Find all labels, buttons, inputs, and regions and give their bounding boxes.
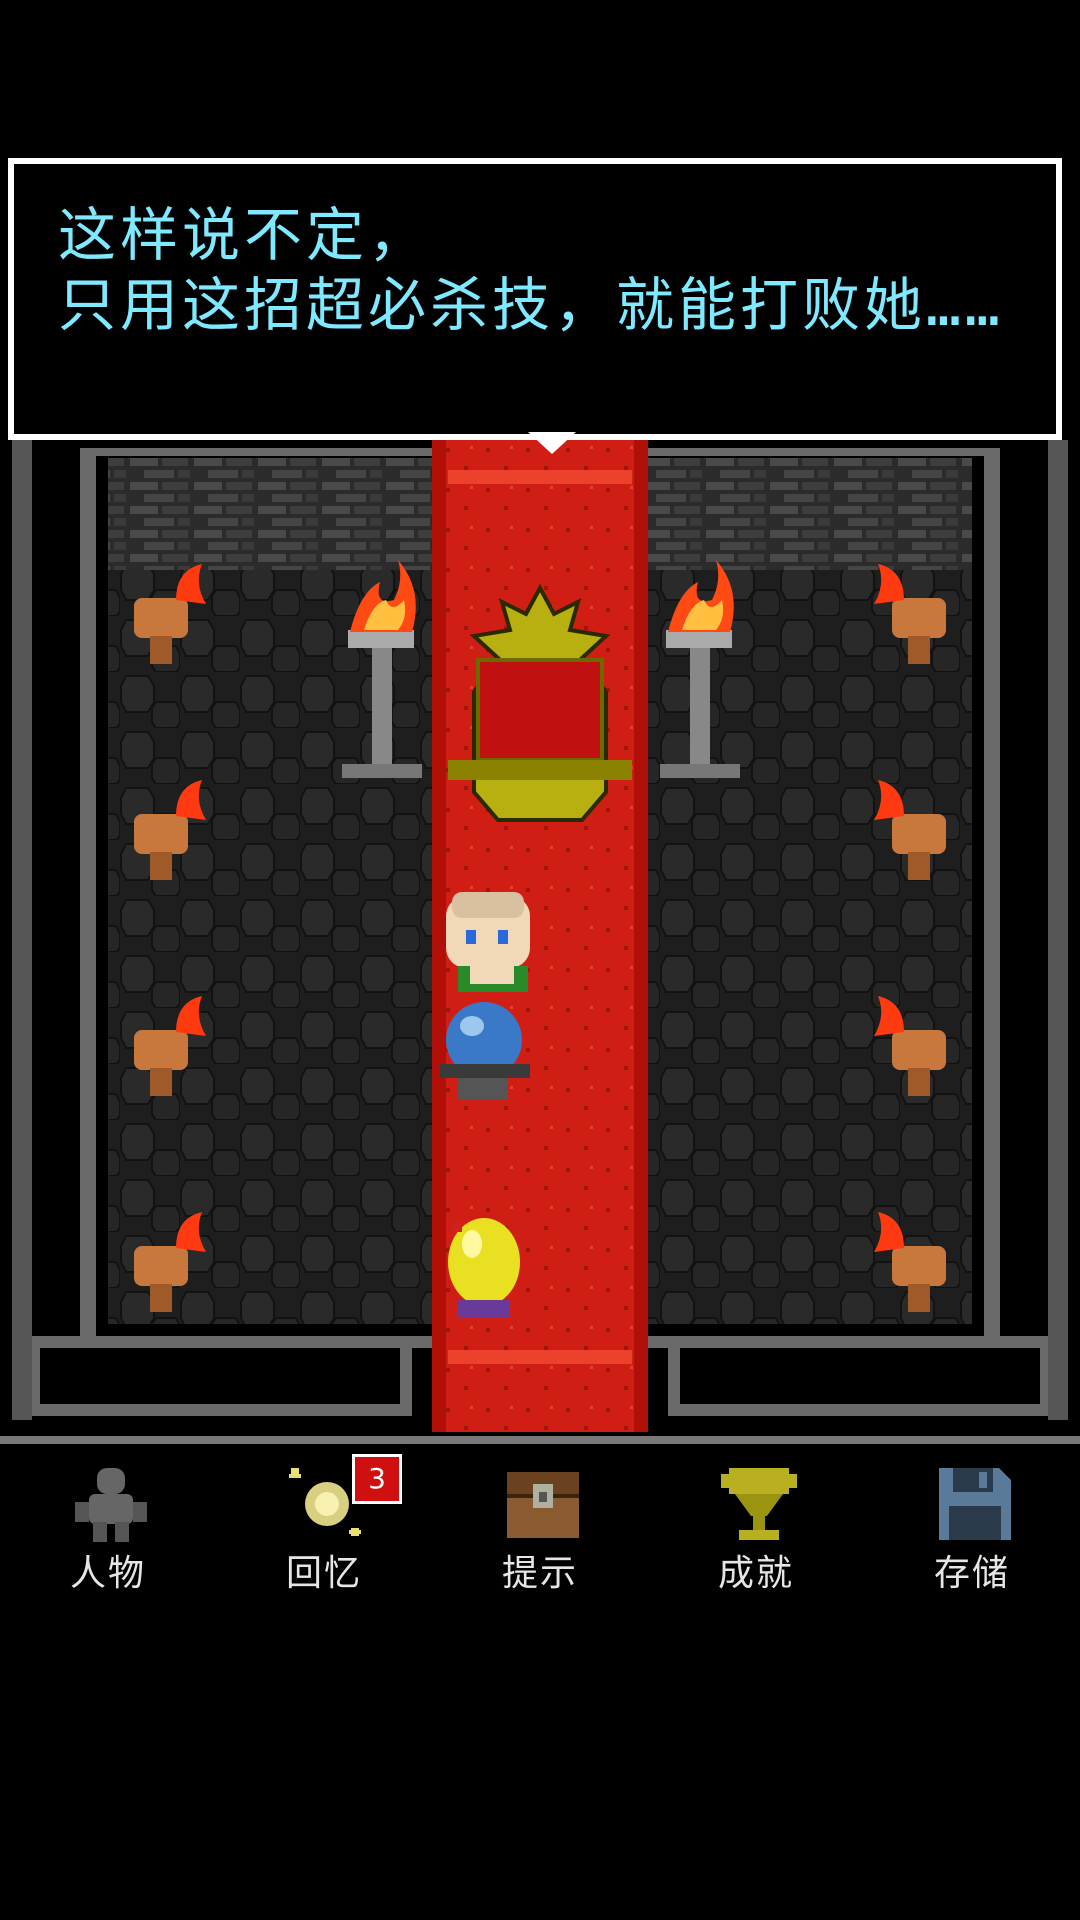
dialog-continue-arrow-icon <box>528 432 576 454</box>
princess-character <box>446 892 530 992</box>
menu-achievement-button[interactable]: 成就 <box>648 1444 864 1624</box>
menu-hint-button[interactable]: 提示 <box>432 1444 648 1624</box>
hero-character-back <box>448 1218 520 1318</box>
trophy-icon <box>721 1468 797 1540</box>
menu-save-label: 存储 <box>933 1553 1010 1594</box>
treasure-chest-icon <box>507 1472 579 1538</box>
menu-hint-label: 提示 <box>501 1553 578 1594</box>
menu-character-button[interactable]: 人物 <box>0 1444 216 1624</box>
bottom-menu: 人物 回忆 提示 成就 存储 <box>0 1444 1080 1624</box>
memory-count-badge: 3 <box>352 1454 402 1504</box>
menu-divider <box>0 1436 1080 1444</box>
dialog-box[interactable]: 这样说不定， 只用这招超必杀技，就能打败她…… <box>8 158 1062 454</box>
menu-memory-label: 回忆 <box>285 1553 362 1594</box>
menu-character-label: 人物 <box>69 1553 146 1594</box>
dialog-line-2: 只用这招超必杀技，就能打败她…… <box>58 271 1004 339</box>
menu-save-button[interactable]: 存储 <box>864 1444 1080 1624</box>
menu-achievement-label: 成就 <box>717 1553 794 1594</box>
floppy-disk-icon <box>939 1468 1011 1540</box>
character-silhouette-icon <box>75 1468 147 1542</box>
